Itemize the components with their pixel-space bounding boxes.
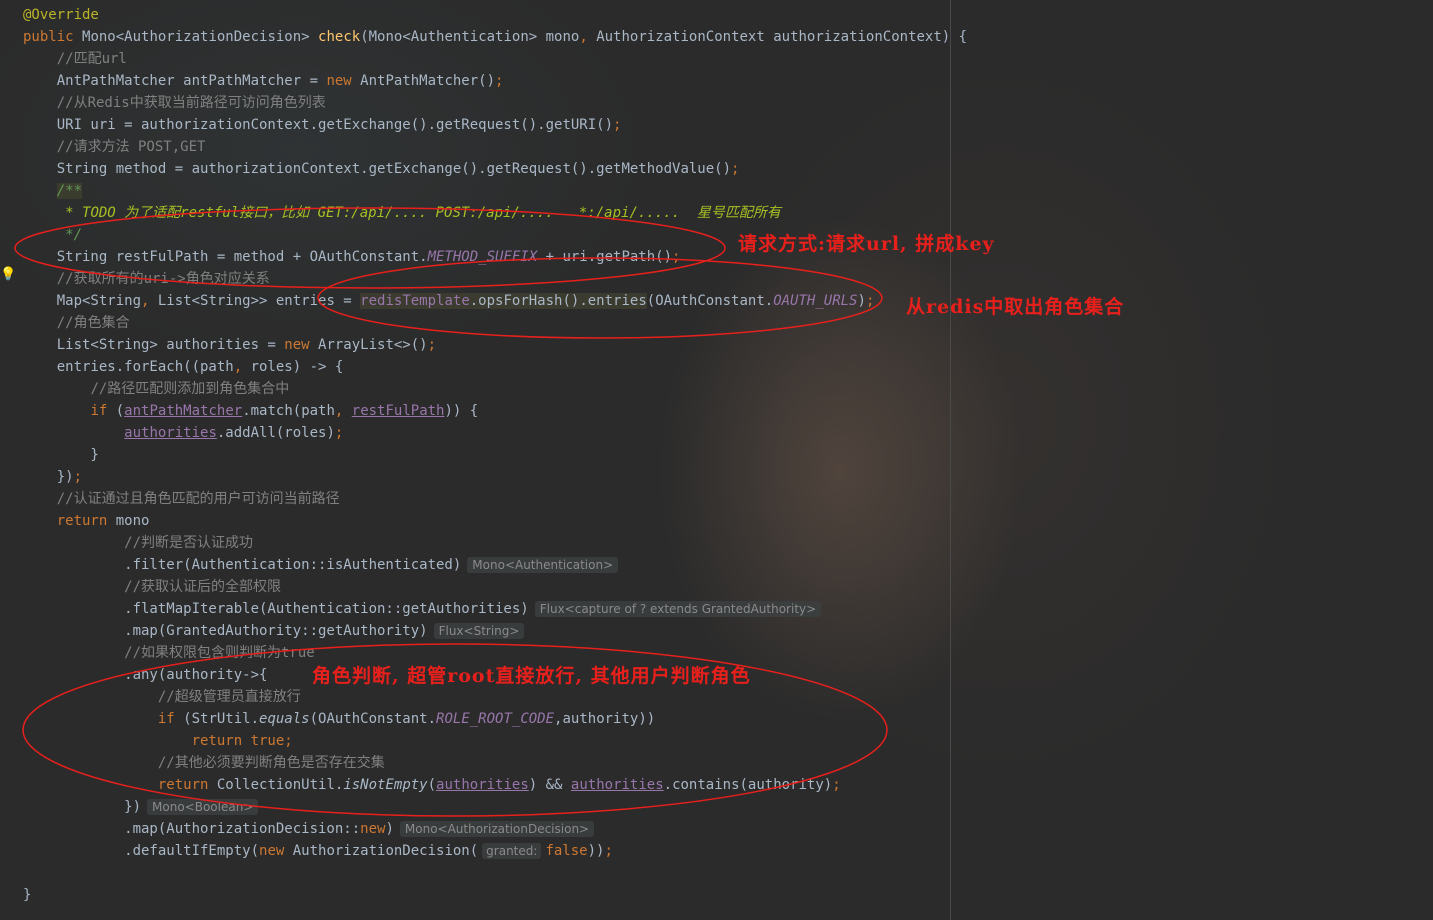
annotation-ellipse-redis-entries — [317, 257, 883, 339]
annotation-ellipse-rest-path — [14, 207, 726, 289]
annotation-note-role: 角色判断, 超管root直接放行, 其他用户判断角色 — [312, 665, 751, 687]
annotation-note-redis: 从redis中取出角色集合 — [906, 296, 1125, 318]
annotation-layer — [14, 207, 888, 817]
annotation-note-key: 请求方式:请求url, 拼成key — [738, 233, 995, 255]
